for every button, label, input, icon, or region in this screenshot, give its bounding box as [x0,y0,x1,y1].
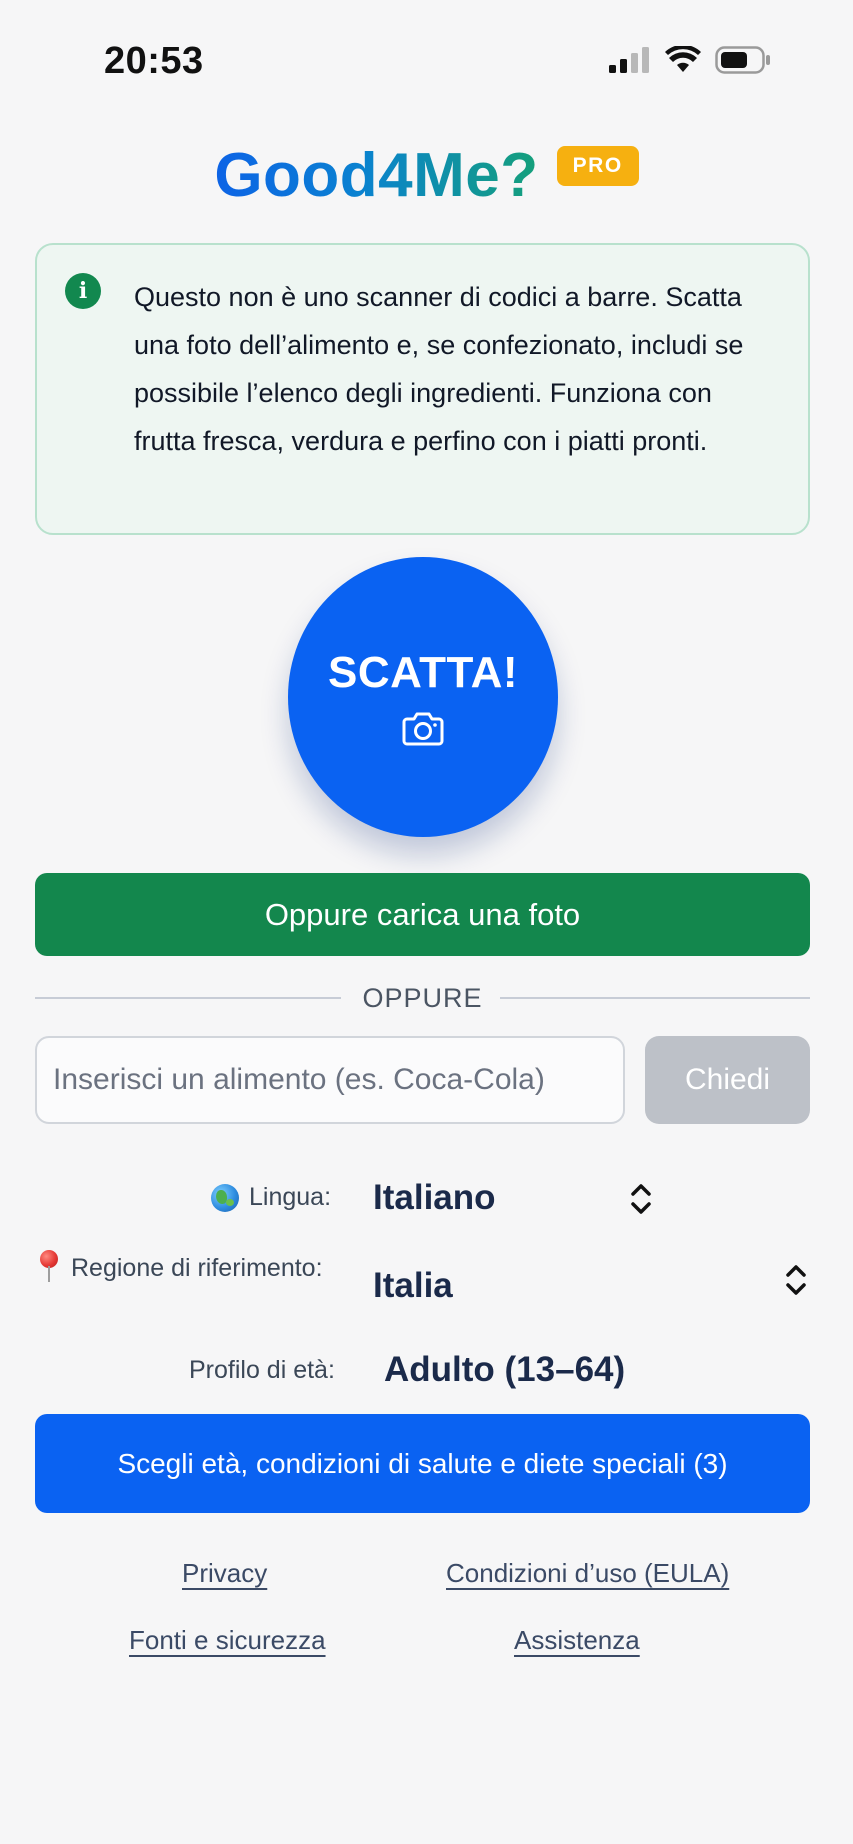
info-card: i Questo non è uno scanner di codici a b… [35,243,810,535]
divider-line-right [500,997,810,999]
or-divider: OPPURE [35,983,810,1013]
ask-button[interactable]: Chiedi [645,1036,810,1124]
health-profile-button[interactable]: Scegli età, condizioni di salute e diete… [35,1414,810,1513]
language-select[interactable]: Italiano [373,1178,496,1218]
language-label-group: Lingua: [211,1183,331,1212]
app-screen: 20:53 Good4Me? PRO i Questo non è uno sc… [0,0,853,1844]
age-profile-value: Adulto (13–64) [384,1350,626,1389]
app-header: Good4Me? PRO [0,140,853,211]
shoot-button[interactable]: SCATTA! [288,557,558,837]
wifi-icon [665,46,701,72]
shoot-label: SCATTA! [327,648,519,697]
eula-link[interactable]: Condizioni d’uso (EULA) [446,1558,729,1589]
info-icon: i [65,273,101,309]
status-icons [609,46,771,74]
app-title: Good4Me? [214,141,539,210]
sources-safety-link[interactable]: Fonti e sicurezza [129,1625,326,1656]
privacy-link[interactable]: Privacy [182,1558,267,1589]
age-profile-label: Profilo di età: [189,1356,335,1384]
language-label: Lingua: [249,1183,332,1211]
language-chevron-icon[interactable] [629,1181,653,1217]
region-chevron-icon[interactable] [784,1262,808,1298]
region-label: Regione di riferimento: [71,1253,323,1282]
camera-icon [402,712,444,746]
region-label-group: Regione di riferimento: [37,1250,323,1286]
region-select[interactable]: Italia [373,1266,453,1306]
status-time: 20:53 [104,40,204,82]
pro-badge: PRO [556,145,639,186]
pin-icon [37,1250,61,1286]
info-text: Questo non è uno scanner di codici a bar… [134,282,744,456]
divider-label: OPPURE [362,983,483,1013]
support-link[interactable]: Assistenza [514,1625,640,1656]
age-profile-label-group: Profilo di età: [189,1356,335,1385]
cellular-signal-icon [609,47,649,73]
upload-photo-button[interactable]: Oppure carica una foto [35,873,810,956]
battery-icon [715,46,770,74]
food-search-input[interactable] [35,1036,625,1124]
globe-icon [211,1183,239,1212]
